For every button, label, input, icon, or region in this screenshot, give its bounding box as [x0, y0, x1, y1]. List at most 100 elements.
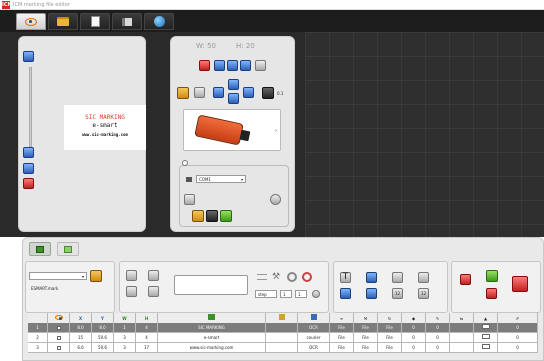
save-button[interactable]: [126, 270, 137, 281]
row-h[interactable]: 4: [136, 323, 158, 333]
row-x[interactable]: 8.0: [70, 323, 92, 333]
text-input[interactable]: [174, 275, 248, 295]
insert-barcode-button[interactable]: [340, 288, 351, 299]
insert-text-button[interactable]: T: [340, 272, 351, 283]
insert-logo-button[interactable]: [366, 272, 377, 283]
row-y[interactable]: 8.0: [92, 323, 114, 333]
tab-layout[interactable]: [57, 242, 79, 256]
table-row[interactable]: 1 8.0 8.0 1 4 SIC MARKING OCR File File …: [28, 323, 540, 333]
row-y[interactable]: 50.6: [92, 343, 114, 353]
mail-button[interactable]: [255, 60, 266, 71]
canvas-grid[interactable]: [305, 32, 544, 237]
zoom-slider[interactable]: [29, 67, 32, 147]
row-a[interactable]: File: [330, 333, 354, 343]
row-f[interactable]: [450, 343, 474, 353]
connect-button[interactable]: [184, 194, 195, 205]
row-c[interactable]: File: [378, 333, 402, 343]
row-text[interactable]: www.sic-marking.com: [158, 343, 266, 353]
arrow-up-button[interactable]: [228, 79, 239, 90]
row-type[interactable]: [266, 333, 298, 343]
delete-button[interactable]: [460, 274, 471, 285]
row-f[interactable]: [450, 323, 474, 333]
zoom-in-button[interactable]: [23, 51, 34, 62]
tab-document[interactable]: [80, 13, 110, 30]
row-w[interactable]: 3: [114, 333, 136, 343]
row-e[interactable]: 0: [426, 323, 450, 333]
arrow-down-button[interactable]: [228, 93, 239, 104]
table-row[interactable]: 3 6.6 50.6 3 17 www.sic-marking.com OCR …: [28, 343, 540, 353]
row-warn[interactable]: [474, 343, 498, 353]
row-x[interactable]: 15: [70, 333, 92, 343]
row-font[interactable]: OCR: [298, 343, 330, 353]
step-b-select[interactable]: 1: [295, 290, 307, 298]
row-f[interactable]: [450, 333, 474, 343]
move-down-button[interactable]: [486, 288, 497, 299]
row-d[interactable]: 0: [402, 343, 426, 353]
move-left-button[interactable]: [177, 87, 189, 99]
step-button[interactable]: [262, 87, 274, 99]
fit-button[interactable]: [23, 163, 34, 174]
row-w[interactable]: 3: [114, 343, 136, 353]
row-visible-checkbox[interactable]: [48, 323, 70, 333]
tab-open[interactable]: [48, 13, 78, 30]
stop-button[interactable]: [206, 210, 218, 222]
row-h[interactable]: 17: [136, 343, 158, 353]
erase-all-button[interactable]: [512, 276, 528, 292]
row-warn[interactable]: [474, 333, 498, 343]
image-button[interactable]: [194, 87, 205, 98]
save-as-button[interactable]: [126, 286, 137, 297]
run-button[interactable]: [192, 210, 204, 222]
insert-date-button[interactable]: 12: [392, 288, 403, 299]
tab-web[interactable]: [144, 13, 174, 30]
row-g[interactable]: 0: [498, 323, 538, 333]
row-text[interactable]: SIC MARKING: [158, 323, 266, 333]
arrow-left-button[interactable]: [213, 87, 224, 98]
machine-selector[interactable]: ›: [183, 109, 281, 151]
row-text[interactable]: e-smart: [158, 333, 266, 343]
row-h[interactable]: 4: [136, 333, 158, 343]
row-visible-checkbox[interactable]: [48, 343, 70, 353]
row-font[interactable]: courier: [298, 333, 330, 343]
tab-fields[interactable]: [29, 242, 51, 256]
tab-tag[interactable]: [112, 13, 142, 30]
print-button[interactable]: [148, 270, 159, 281]
mirror-button[interactable]: [240, 60, 251, 71]
row-x[interactable]: 6.6: [70, 343, 92, 353]
insert-clock-button[interactable]: [418, 272, 429, 283]
origin-button[interactable]: [199, 60, 210, 71]
row-a[interactable]: File: [330, 343, 354, 353]
row-b[interactable]: File: [354, 333, 378, 343]
step-a-select[interactable]: 1: [280, 290, 292, 298]
arrow-right-button[interactable]: [243, 87, 254, 98]
row-a[interactable]: File: [330, 323, 354, 333]
row-d[interactable]: 0: [402, 323, 426, 333]
port-select[interactable]: COM1 ▾: [196, 175, 246, 183]
edit-button[interactable]: [148, 286, 159, 297]
row-type[interactable]: [266, 323, 298, 333]
play-button[interactable]: [220, 210, 232, 222]
row-c[interactable]: File: [378, 323, 402, 333]
move-up-button[interactable]: [486, 270, 498, 282]
row-type[interactable]: [266, 343, 298, 353]
row-d[interactable]: 0: [402, 333, 426, 343]
file-select[interactable]: ▾: [29, 272, 87, 280]
row-w[interactable]: 1: [114, 323, 136, 333]
zoom-out-button[interactable]: [23, 147, 34, 158]
insert-serial-button[interactable]: [366, 288, 377, 299]
row-font[interactable]: OCR: [298, 323, 330, 333]
row-e[interactable]: 0: [426, 333, 450, 343]
step-select[interactable]: step: [255, 290, 277, 298]
row-b[interactable]: File: [354, 343, 378, 353]
open-file-button[interactable]: [90, 270, 102, 282]
row-y[interactable]: 50.6: [92, 333, 114, 343]
tab-view[interactable]: [16, 13, 46, 30]
insert-time-button[interactable]: [392, 272, 403, 283]
row-e[interactable]: 0: [426, 343, 450, 353]
rotate-button[interactable]: [227, 60, 238, 71]
row-g[interactable]: 0: [498, 343, 538, 353]
row-b[interactable]: File: [354, 323, 378, 333]
reset-button[interactable]: [312, 290, 320, 298]
insert-calendar-button[interactable]: 12: [418, 288, 429, 299]
clear-button[interactable]: [23, 178, 34, 189]
table-row[interactable]: 2 15 50.6 3 4 e-smart courier File File …: [28, 333, 540, 343]
